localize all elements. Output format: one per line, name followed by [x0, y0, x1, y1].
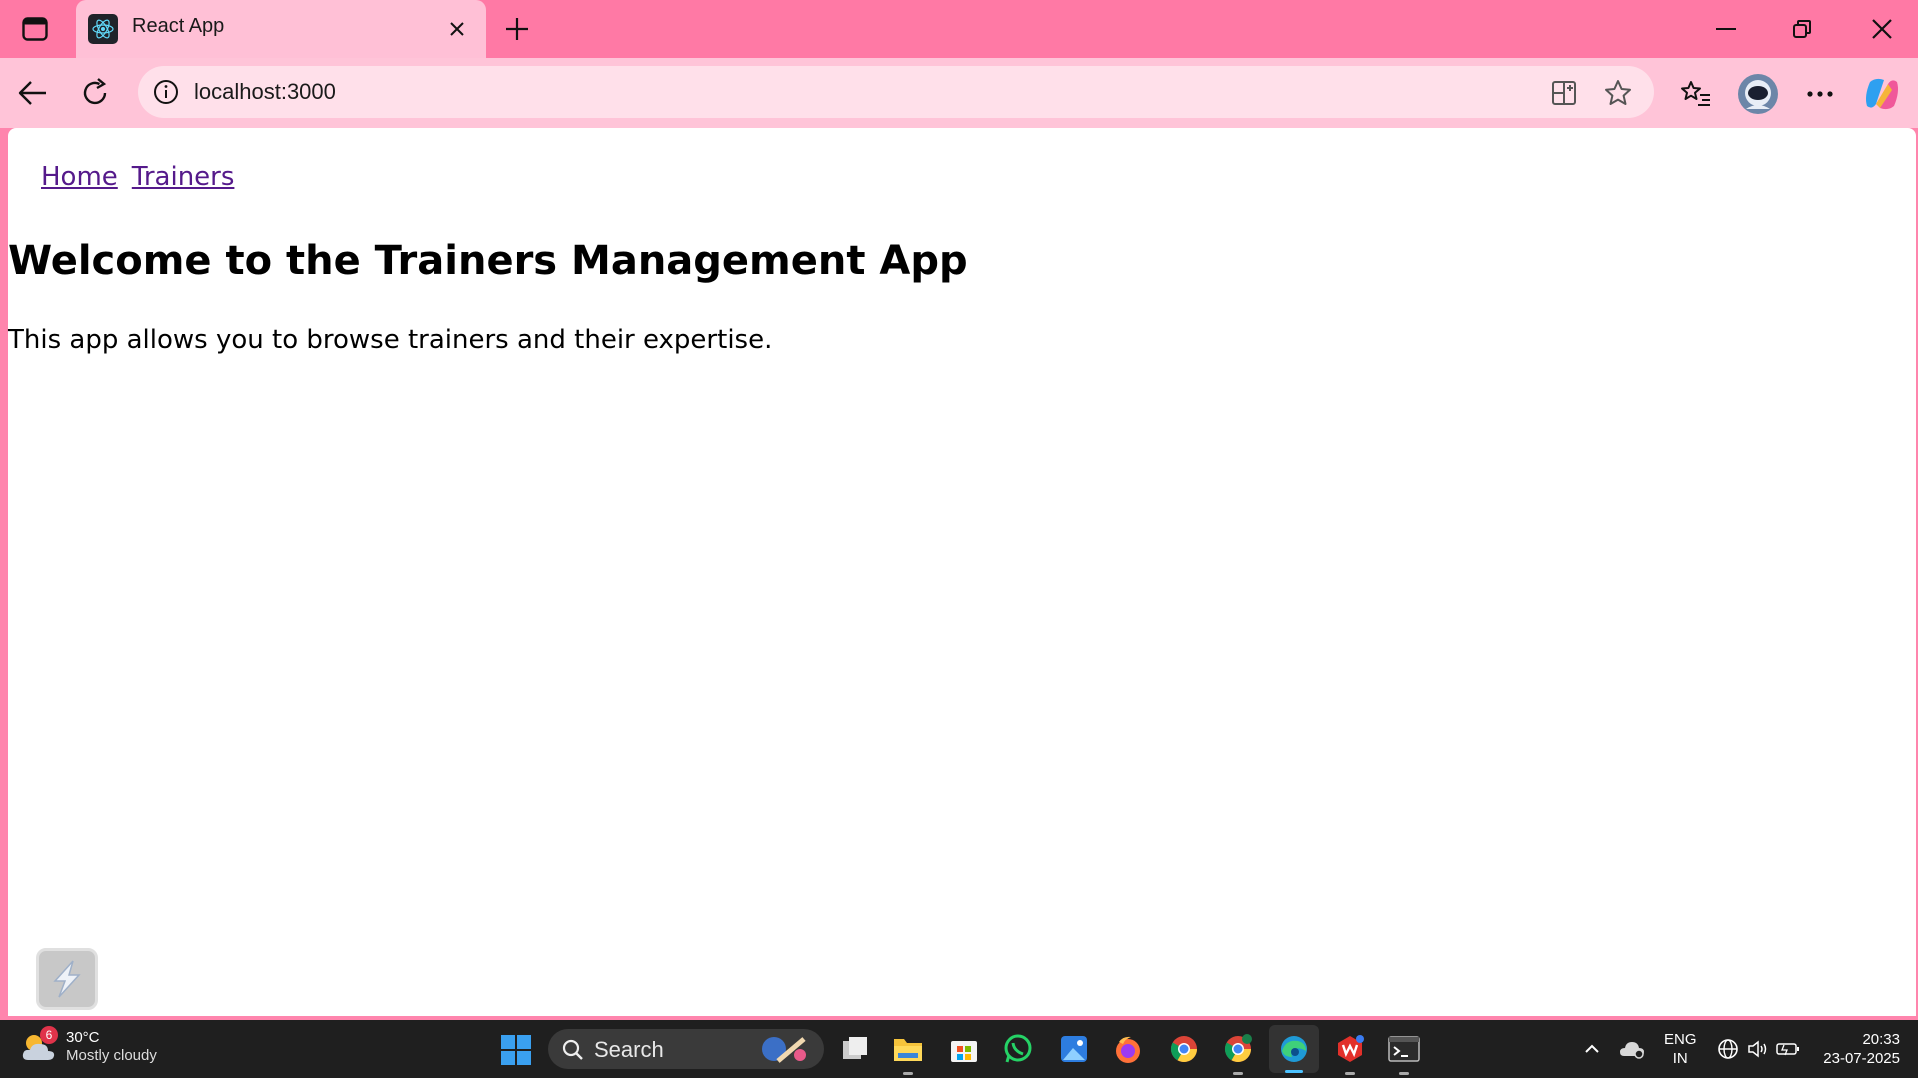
split-screen-icon[interactable] — [1548, 77, 1580, 109]
page-title: Welcome to the Trainers Management App — [8, 238, 968, 284]
restore-icon[interactable] — [1782, 10, 1822, 48]
cloudy-weather-icon: 6 — [20, 1026, 58, 1066]
search-icon — [562, 1039, 583, 1060]
tab-title: React App — [132, 15, 225, 37]
search-highlight-icon — [762, 1037, 806, 1063]
wps-office-icon[interactable] — [1330, 1029, 1370, 1075]
reload-icon[interactable] — [76, 74, 114, 112]
lang-region: IN — [1672, 1050, 1688, 1067]
new-tab-icon[interactable] — [500, 12, 534, 46]
firefox-icon[interactable] — [1108, 1029, 1148, 1069]
react-logo-icon — [88, 14, 118, 44]
network-globe-icon[interactable] — [1714, 1032, 1742, 1066]
browser-toolbar: localhost:3000 — [0, 58, 1918, 128]
weather-description: Mostly cloudy — [66, 1047, 157, 1064]
windows-taskbar: 6 30°C Mostly cloudy Search ENG IN 20:33… — [0, 1020, 1918, 1078]
address-bar[interactable]: localhost:3000 — [138, 66, 1654, 118]
photos-icon[interactable] — [1054, 1029, 1094, 1069]
page-viewport: Home Trainers Welcome to the Trainers Man… — [8, 128, 1916, 1016]
chrome-icon[interactable] — [1164, 1029, 1204, 1069]
system-clock[interactable]: 20:33 23-07-2025 — [1818, 1030, 1900, 1068]
clock-time: 20:33 — [1862, 1031, 1900, 1048]
page-description: This app allows you to browse trainers a… — [8, 325, 773, 355]
onedrive-cloud-icon[interactable] — [1618, 1032, 1646, 1066]
lang-primary: ENG — [1664, 1031, 1697, 1048]
sidebar-toggle-icon[interactable] — [18, 14, 52, 44]
weather-temperature: 30°C — [66, 1029, 100, 1046]
close-tab-icon[interactable] — [442, 14, 472, 44]
favorite-star-icon[interactable] — [1602, 77, 1634, 109]
floating-extension-button[interactable] — [36, 948, 98, 1010]
search-label: Search — [594, 1037, 664, 1062]
whatsapp-icon[interactable] — [998, 1029, 1038, 1069]
back-arrow-icon[interactable] — [14, 74, 52, 112]
browser-tab[interactable]: React App — [76, 0, 486, 58]
nav-link-trainers[interactable]: Trainers — [132, 162, 235, 192]
show-hidden-icons-chevron-icon[interactable] — [1578, 1032, 1606, 1066]
profile-avatar[interactable] — [1736, 72, 1780, 116]
input-language[interactable]: ENG IN — [1664, 1030, 1697, 1068]
windows-start-icon[interactable] — [500, 1034, 532, 1066]
bolt-icon — [53, 960, 81, 998]
nav-link-home[interactable]: Home — [41, 162, 118, 192]
top-nav: Home Trainers — [41, 162, 248, 192]
weather-alert-badge: 6 — [40, 1026, 58, 1044]
browser-titlebar: React App — [0, 0, 1918, 58]
minimize-icon[interactable] — [1706, 10, 1746, 48]
weather-widget[interactable]: 6 30°C Mostly cloudy — [20, 1026, 157, 1066]
edge-icon[interactable] — [1269, 1025, 1319, 1073]
volume-icon[interactable] — [1744, 1032, 1772, 1066]
battery-icon[interactable] — [1774, 1032, 1802, 1066]
task-view-icon[interactable] — [836, 1029, 876, 1069]
file-explorer-icon[interactable] — [888, 1029, 928, 1075]
copilot-icon[interactable] — [1862, 74, 1902, 114]
more-options-icon[interactable] — [1800, 74, 1840, 114]
clock-date: 23-07-2025 — [1823, 1050, 1900, 1067]
terminal-icon[interactable] — [1384, 1029, 1424, 1075]
microsoft-store-icon[interactable] — [944, 1029, 984, 1069]
taskbar-search[interactable]: Search — [548, 1029, 824, 1069]
close-window-icon[interactable] — [1862, 10, 1902, 48]
site-info-icon[interactable] — [152, 78, 180, 106]
address-url: localhost:3000 — [194, 79, 336, 104]
favorites-icon[interactable] — [1676, 74, 1716, 114]
chrome-profile-icon[interactable] — [1218, 1029, 1258, 1075]
